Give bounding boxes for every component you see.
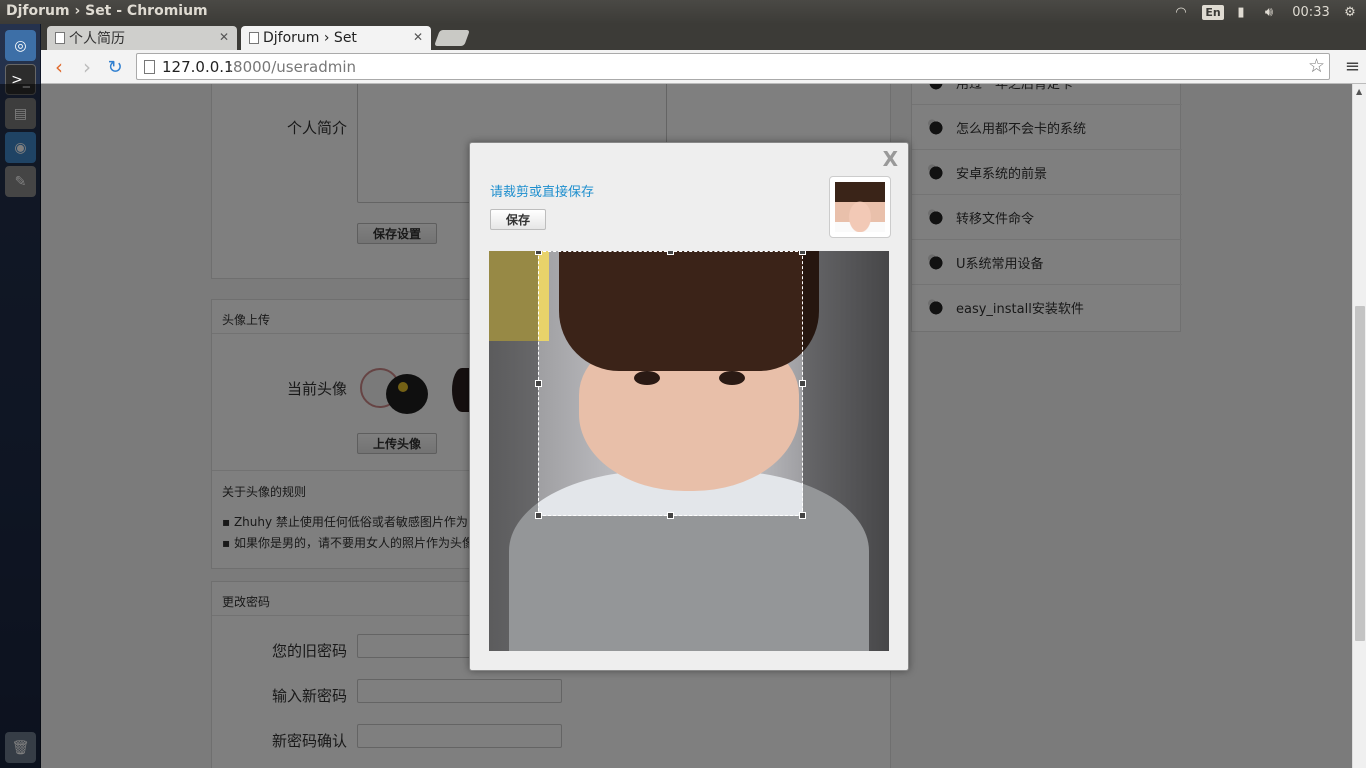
tab-resume[interactable]: 个人简历 ✕ <box>47 26 237 50</box>
close-icon[interactable]: X <box>883 147 898 171</box>
crop-hint: 请裁剪或直接保存 <box>490 185 595 200</box>
tab-djforum-set[interactable]: Djforum › Set ✕ <box>241 26 431 50</box>
crop-handle-e[interactable] <box>799 380 806 387</box>
dash-home-icon[interactable]: ◎ <box>5 30 36 61</box>
url-path: :8000/useradmin <box>228 58 356 76</box>
page-scrollbar[interactable]: ▲ <box>1352 84 1366 768</box>
crop-handle-nw[interactable] <box>535 251 542 255</box>
settings-gear-icon[interactable]: ⚙ <box>1340 0 1360 24</box>
clock[interactable]: 00:33 <box>1288 0 1334 24</box>
tab-label: 个人简历 <box>69 31 125 47</box>
page-icon <box>249 32 259 44</box>
page-icon <box>55 32 65 44</box>
scroll-up-icon[interactable]: ▲ <box>1356 87 1362 96</box>
browser-chrome: 个人简历 ✕ Djforum › Set ✕ ‹ › ↻ 127.0.0.1 :… <box>41 24 1366 84</box>
crop-handle-ne[interactable] <box>799 251 806 255</box>
crop-handle-n[interactable] <box>667 251 674 255</box>
forward-icon[interactable]: › <box>75 55 99 79</box>
system-top-panel: Djforum › Set - Chromium ◠ En ▮ 🔊︎ 00:33… <box>0 0 1366 24</box>
wifi-icon[interactable]: ◠ <box>1168 0 1194 24</box>
avatar-crop-dialog: X 请裁剪或直接保存 保存 <box>469 142 909 671</box>
crop-handle-s[interactable] <box>667 512 674 519</box>
crop-handle-se[interactable] <box>799 512 806 519</box>
reload-icon[interactable]: ↻ <box>103 55 127 79</box>
avatar-preview <box>829 176 891 238</box>
crop-handle-w[interactable] <box>535 380 542 387</box>
volume-icon[interactable]: 🔊︎ <box>1257 0 1281 24</box>
crop-handle-sw[interactable] <box>535 512 542 519</box>
scroll-thumb[interactable] <box>1355 306 1365 641</box>
bookmark-star-icon[interactable]: ☆ <box>1308 55 1325 77</box>
close-tab-icon[interactable]: ✕ <box>219 30 229 44</box>
battery-icon[interactable]: ▮ <box>1232 0 1250 24</box>
browser-toolbar: ‹ › ↻ 127.0.0.1 :8000/useradmin ☆ ≡ <box>41 50 1366 84</box>
crop-canvas[interactable] <box>489 251 889 651</box>
url-host: 127.0.0.1 <box>162 58 234 76</box>
back-icon[interactable]: ‹ <box>47 55 71 79</box>
page-icon <box>144 60 155 74</box>
window-title: Djforum › Set - Chromium <box>6 3 208 19</box>
new-tab-button[interactable] <box>434 30 470 46</box>
tab-label: Djforum › Set <box>263 30 357 46</box>
menu-icon[interactable]: ≡ <box>1345 56 1360 77</box>
address-bar[interactable]: 127.0.0.1 :8000/useradmin ☆ <box>136 53 1330 80</box>
save-avatar-button[interactable]: 保存 <box>490 209 546 230</box>
keyboard-layout-indicator[interactable]: En <box>1201 0 1225 24</box>
avatar-preview-image <box>835 182 885 232</box>
crop-selection[interactable] <box>535 251 806 519</box>
close-tab-icon[interactable]: ✕ <box>413 30 423 44</box>
